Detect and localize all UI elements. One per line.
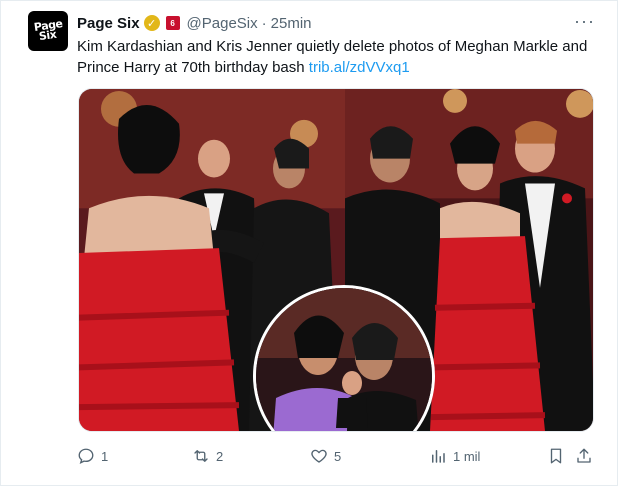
verified-badge-icon: ✓: [143, 15, 160, 31]
tweet-text: Kim Kardashian and Kris Jenner quietly d…: [77, 36, 597, 78]
tweet-link[interactable]: trib.al/zdVVxq1: [309, 59, 410, 76]
inset-portrait: [256, 288, 432, 431]
separator-dot: ·: [261, 14, 267, 32]
like-count: 5: [334, 448, 342, 464]
bookmark-icon: [550, 448, 562, 464]
like-button[interactable]: 5: [310, 445, 341, 467]
tweet-media[interactable]: [78, 88, 594, 432]
retweet-button[interactable]: 2: [192, 445, 223, 467]
handle[interactable]: @PageSix: [187, 15, 258, 32]
share-icon: [577, 448, 591, 463]
avatar[interactable]: Page Six: [28, 11, 68, 51]
views-count: 1 mil: [453, 448, 481, 464]
tweet-header: Page Six ✓ 6 @PageSix · 25min: [77, 13, 312, 33]
reply-button[interactable]: 1: [77, 445, 108, 467]
reply-count: 1: [101, 448, 109, 464]
action-bar: 1 2 5 1 mil: [77, 445, 597, 467]
bookmark-button[interactable]: [547, 445, 565, 467]
timestamp[interactable]: 25min: [271, 15, 312, 32]
retweet-count: 2: [216, 448, 224, 464]
more-options-icon[interactable]: ···: [574, 11, 595, 32]
analytics-icon: [432, 450, 445, 463]
views-button[interactable]: 1 mil: [429, 445, 480, 467]
display-name[interactable]: Page Six: [77, 15, 140, 32]
avatar-logo-line-2: Six: [38, 27, 58, 44]
share-button[interactable]: [575, 445, 593, 467]
tweet-card[interactable]: Page Six Page Six ✓ 6 @PageSix · 25min ·…: [0, 0, 618, 486]
reply-icon: [78, 448, 94, 465]
affiliate-badge-icon[interactable]: 6: [165, 16, 180, 30]
retweet-icon: [194, 450, 208, 462]
heart-icon: [311, 449, 327, 463]
